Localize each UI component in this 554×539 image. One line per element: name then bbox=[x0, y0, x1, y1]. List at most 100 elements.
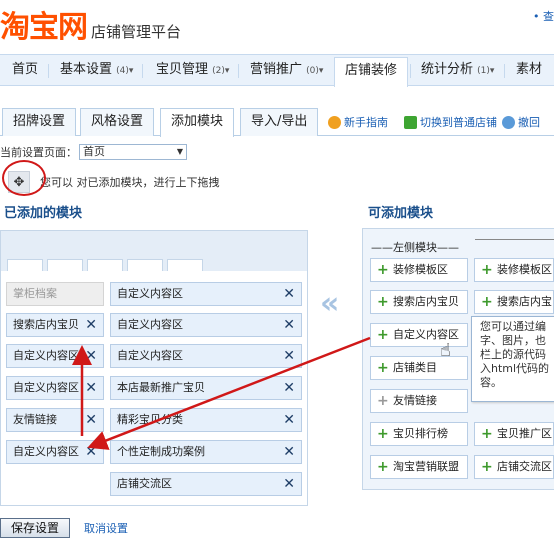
plus-icon: + bbox=[377, 360, 389, 376]
close-icon[interactable]: ✕ bbox=[283, 377, 295, 399]
plus-icon: + bbox=[377, 262, 389, 278]
close-icon[interactable]: ✕ bbox=[283, 441, 295, 463]
chevron-down-icon: ▾ bbox=[318, 66, 324, 76]
top-link[interactable]: 查 bbox=[533, 8, 554, 24]
added-module-custom[interactable]: 自定义内容区 ✕ bbox=[6, 344, 104, 368]
module-label: 掌柜档案 bbox=[13, 287, 57, 300]
module-label: 装修模板区 bbox=[497, 263, 552, 276]
nav-label: 营销推广 bbox=[250, 62, 303, 77]
added-module-custom[interactable]: 自定义内容区 ✕ bbox=[110, 313, 302, 337]
plus-icon: + bbox=[481, 294, 493, 310]
nav-label: 统计分析 bbox=[421, 62, 474, 77]
tab-style[interactable]: 风格设置 bbox=[80, 108, 155, 136]
highlight-circle bbox=[2, 160, 46, 196]
available-module-search[interactable]: + 搜索店内宝 bbox=[474, 290, 554, 314]
available-module-template[interactable]: + 装修模板区 bbox=[370, 258, 468, 282]
added-module-custom[interactable]: 自定义内容区 ✕ bbox=[6, 376, 104, 400]
close-icon[interactable]: ✕ bbox=[85, 377, 97, 399]
close-icon[interactable]: ✕ bbox=[283, 345, 295, 367]
page-select[interactable]: 首页 ▼ bbox=[79, 144, 187, 160]
added-module-categories[interactable]: 精彩宝贝分类 ✕ bbox=[110, 408, 302, 432]
added-module-custom[interactable]: 自定义内容区 ✕ bbox=[110, 282, 302, 306]
plus-icon: + bbox=[481, 459, 493, 475]
module-label: 自定义内容区 bbox=[13, 349, 79, 362]
close-icon[interactable]: ✕ bbox=[283, 314, 295, 336]
guide-link[interactable]: 新手指南 bbox=[328, 114, 388, 130]
close-icon[interactable]: ✕ bbox=[85, 441, 97, 463]
cancel-link[interactable]: 取消设置 bbox=[84, 520, 128, 536]
nav-divider bbox=[504, 64, 505, 78]
layout-tab[interactable] bbox=[87, 259, 123, 271]
module-label: 友情链接 bbox=[393, 394, 437, 407]
save-button[interactable]: 保存设置 bbox=[0, 518, 70, 538]
module-label: 自定义内容区 bbox=[117, 287, 183, 300]
nav-divider bbox=[142, 64, 143, 78]
available-module-ranking[interactable]: + 宝贝排行榜 bbox=[370, 422, 468, 446]
layout-header bbox=[1, 231, 307, 271]
nav-item-management[interactable]: 宝贝管理 (2)▾ bbox=[156, 55, 229, 86]
close-icon[interactable]: ✕ bbox=[283, 283, 295, 305]
module-label: 自定义内容区 bbox=[117, 349, 183, 362]
added-module-search[interactable]: 搜索店内宝贝 ✕ bbox=[6, 313, 104, 337]
added-module-store-chat[interactable]: 店铺交流区 ✕ bbox=[110, 472, 302, 496]
plus-icon: + bbox=[481, 426, 493, 442]
layout-tab[interactable] bbox=[167, 259, 203, 271]
category-label: 左侧模块 bbox=[393, 241, 437, 254]
chevron-down-icon: ▾ bbox=[224, 66, 230, 76]
added-module-latest-promo[interactable]: 本店最新推广宝贝 ✕ bbox=[110, 376, 302, 400]
available-module-store-chat[interactable]: + 店铺交流区 bbox=[474, 455, 554, 479]
layout-tab[interactable] bbox=[127, 259, 163, 271]
nav-store-decoration[interactable]: 店铺装修 bbox=[334, 57, 409, 87]
nav-divider bbox=[238, 64, 239, 78]
chevron-down-icon: ▾ bbox=[128, 66, 134, 76]
module-label: 个性定制成功案例 bbox=[117, 445, 205, 458]
nav-statistics[interactable]: 统计分析 (1)▾ bbox=[421, 55, 494, 86]
nav-marketing[interactable]: 营销推广 (0)▾ bbox=[250, 55, 323, 86]
nav-count: (1) bbox=[477, 66, 490, 76]
platform-name: 店铺管理平台 bbox=[91, 23, 182, 41]
close-icon[interactable]: ✕ bbox=[85, 409, 97, 431]
guide-icon bbox=[328, 115, 341, 129]
nav-count: (2) bbox=[212, 66, 225, 76]
module-label: 搜索店内宝贝 bbox=[393, 295, 459, 308]
page-select-value: 首页 bbox=[83, 145, 105, 158]
close-icon[interactable]: ✕ bbox=[283, 473, 295, 495]
switch-store-link[interactable]: 切换到普通店铺 bbox=[404, 114, 497, 130]
available-module-template[interactable]: + 装修模板区 bbox=[474, 258, 554, 282]
added-module-custom[interactable]: 自定义内容区 ✕ bbox=[110, 344, 302, 368]
close-icon[interactable]: ✕ bbox=[283, 409, 295, 431]
tab-signboard[interactable]: 招牌设置 bbox=[2, 108, 77, 136]
layout-tab[interactable] bbox=[7, 259, 43, 271]
module-label: 本店最新推广宝贝 bbox=[117, 381, 205, 394]
added-module-cases[interactable]: 个性定制成功案例 ✕ bbox=[110, 440, 302, 464]
nav-count: (0) bbox=[306, 66, 319, 76]
undo-icon bbox=[502, 115, 515, 129]
chevron-down-icon: ▼ bbox=[176, 147, 183, 156]
added-module-friend-links[interactable]: 友情链接 ✕ bbox=[6, 408, 104, 432]
available-module-search[interactable]: + 搜索店内宝贝 bbox=[370, 290, 468, 314]
added-module-custom[interactable]: 自定义内容区 ✕ bbox=[6, 440, 104, 464]
nav-divider bbox=[48, 64, 49, 78]
available-module-category[interactable]: + 店铺类目 bbox=[370, 356, 468, 380]
available-module-friend-links[interactable]: + 友情链接 bbox=[370, 389, 468, 413]
down-arrow-icon bbox=[404, 115, 417, 129]
close-icon[interactable]: ✕ bbox=[85, 314, 97, 336]
layout-tab[interactable] bbox=[47, 259, 83, 271]
nav-home[interactable]: 首页 bbox=[12, 55, 38, 86]
category-divider bbox=[475, 239, 554, 240]
available-module-marketing-alliance[interactable]: + 淘宝营销联盟 bbox=[370, 455, 468, 479]
nav-basic-settings[interactable]: 基本设置 (4)▾ bbox=[60, 55, 133, 86]
available-module-custom[interactable]: + 自定义内容区 bbox=[370, 323, 468, 347]
module-label: 店铺交流区 bbox=[497, 460, 552, 473]
logo[interactable]: 淘宝网 店铺管理平台 bbox=[0, 6, 181, 46]
switch-store-label: 切换到普通店铺 bbox=[420, 116, 497, 129]
available-module-promo[interactable]: + 宝贝推广区 bbox=[474, 422, 554, 446]
tab-import-export[interactable]: 导入/导出 bbox=[240, 108, 319, 136]
tab-add-module[interactable]: 添加模块 bbox=[160, 108, 235, 137]
double-chevron-left-icon[interactable]: « bbox=[320, 286, 340, 321]
nav-materials[interactable]: 素材 bbox=[516, 55, 542, 86]
close-icon[interactable]: ✕ bbox=[85, 345, 97, 367]
added-modules-panel bbox=[0, 230, 308, 506]
plus-icon: + bbox=[377, 393, 389, 409]
undo-link[interactable]: 撤回 bbox=[502, 114, 540, 130]
